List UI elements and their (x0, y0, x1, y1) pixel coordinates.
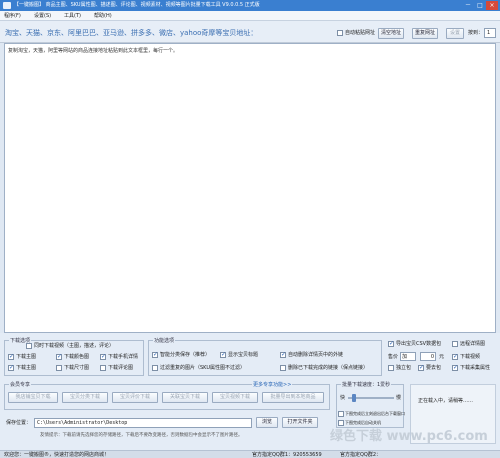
repeat-address-button[interactable]: 重复网址 (412, 28, 438, 39)
member-title: 会员专享 (9, 381, 32, 388)
remote-detail-checkbox[interactable] (452, 341, 458, 347)
download-mobile-detail-checkbox[interactable] (100, 353, 106, 360)
download-mobile-detail-label: 下载手机详情 (108, 354, 139, 360)
smart-save-checkbox[interactable] (152, 351, 158, 358)
menu-bar: 程序(F) 设置(S) 工具(T) 帮助(H) (0, 11, 500, 21)
download-size-label: 下载尺寸图 (64, 365, 90, 371)
download-video-label: 同时下载视频（主图，描述，评论） (34, 343, 115, 349)
price-value-input[interactable]: 0 (420, 352, 436, 361)
download-video2-label: 下载视频 (460, 354, 481, 360)
close-button[interactable]: × (486, 1, 498, 10)
exit-after-download-checkbox[interactable] (338, 411, 344, 417)
download-main2-checkbox[interactable] (8, 364, 14, 371)
count-label: 按到： (468, 30, 484, 36)
status-bar: 欢迎您：一键搬图®，快速打造您的网店商城！ 官方指定QQ群1：920553659… (0, 450, 500, 458)
download-color-checkbox[interactable] (56, 353, 62, 360)
title-bar: 【一键搬图】 商品主图、SKU属性图、描述图、评论图、视频素材、视频等图片批量下… (0, 0, 500, 11)
download-attr-label: 下载采集属性 (460, 365, 491, 371)
member-btn-category[interactable]: 宝贝分类下载 (62, 392, 108, 403)
download-attr-checkbox[interactable] (452, 364, 458, 371)
download-main-checkbox[interactable] (8, 353, 14, 360)
save-hint: 友情提示：下载前请先选择您的存储路径，下载后不要改变路径，否则数据包中会显示不了… (40, 433, 243, 438)
price-label: 售价 (388, 354, 399, 360)
download-main-label: 下载主图 (16, 354, 37, 360)
address-textarea[interactable]: 复制淘宝，天猫，阿里等网站的商品连接地址粘贴到此文本框里，每行一个。 (4, 43, 496, 333)
remove-links-checkbox[interactable] (280, 351, 286, 358)
download-color-label: 下载颜色图 (64, 354, 90, 360)
speed-title: 批量下载速度：1爱秒 (341, 381, 392, 388)
watermark: 绿色下载 www.pc6.com (330, 429, 488, 444)
minimize-button[interactable]: － (462, 1, 474, 10)
status-qq1: 官方指定QQ群1：920553659 (252, 452, 322, 458)
member-btn-export[interactable]: 批量导出到本地商品 (262, 392, 324, 403)
price-unit-label: 元 (439, 354, 445, 360)
speed-slow-label: 慢 (396, 395, 402, 401)
menu-tools[interactable]: 工具(T) (64, 13, 81, 19)
only-kill-checkbox[interactable] (388, 365, 394, 371)
price-operator-select[interactable]: 加 (400, 352, 416, 361)
app-icon (3, 2, 11, 9)
remote-detail-label: 远程详情图 (460, 341, 486, 347)
window-title: 【一键搬图】 商品主图、SKU属性图、描述图、评论图、视频素材、视频等图片批量下… (14, 2, 260, 8)
member-btn-review[interactable]: 宝贝评价下载 (112, 392, 158, 403)
download-review-label: 下载评论图 (108, 365, 134, 371)
export-csv-label: 导出宝贝CSV数据包 (396, 341, 442, 347)
member-btn-video[interactable]: 宝贝视频下载 (212, 392, 258, 403)
save-location-label: 保存位置： (6, 420, 32, 426)
speed-slider-thumb[interactable] (352, 394, 356, 402)
only-kill-label: 独立包 (396, 365, 412, 371)
exit-after-download-label: 下图完成后立刻退出后台下载窗口 (345, 411, 405, 416)
filter-duplicate-label: 过滤重复的图片（SKU属性图不过滤） (160, 365, 245, 371)
speed-fast-label: 快 (340, 395, 346, 401)
member-btn-related[interactable]: 关联宝贝下载 (162, 392, 208, 403)
menu-settings[interactable]: 设置(S) (34, 13, 51, 19)
filter-duplicate-checkbox[interactable] (152, 365, 158, 371)
download-video2-checkbox[interactable] (452, 353, 458, 360)
save-path-input[interactable]: C:\Users\Administrator\Desktop (34, 418, 252, 428)
menu-help[interactable]: 帮助(H) (94, 13, 112, 19)
kill-label: 要去包 (426, 365, 442, 371)
loading-label: 正在载入中，请稍等…… (418, 398, 474, 404)
auto-paste-label: 自动粘贴网址 (345, 30, 376, 36)
textarea-placeholder: 复制淘宝，天猫，阿里等网站的商品连接地址粘贴到此文本框里，每行一个。 (8, 48, 179, 54)
settings-button[interactable]: 设置 (446, 28, 464, 39)
status-qq2: 官方指定QQ群2： (340, 452, 382, 458)
show-title-checkbox[interactable] (220, 351, 226, 358)
sites-label: 淘宝、天猫、京东、阿里巴巴、亚马逊、拼多多、微店、yahoo奇摩等宝贝地址： (5, 29, 258, 37)
open-folder-button[interactable]: 打开文件夹 (282, 417, 318, 428)
more-features-link[interactable]: 更多专享功能>> (252, 382, 293, 388)
export-csv-checkbox[interactable] (388, 340, 394, 347)
status-welcome: 欢迎您：一键搬图®，快速打造您的网店商城！ (4, 452, 110, 458)
delete-done-label: 删除已下载完成的链接（保点链接） (288, 365, 369, 371)
download-review-checkbox[interactable] (100, 365, 106, 371)
clear-address-button[interactable]: 清空地址 (378, 28, 404, 39)
count-input[interactable]: 1 (484, 28, 496, 38)
download-main2-label: 下载主图 (16, 365, 37, 371)
feature-options-title: 功能选项 (153, 337, 176, 344)
smart-save-label: 智能分类保存（推荐） (160, 352, 211, 358)
download-size-checkbox[interactable] (56, 365, 62, 371)
auto-paste-checkbox[interactable] (337, 30, 343, 36)
member-btn-shop[interactable]: 我店铺宝贝下载 (8, 392, 58, 403)
browse-button[interactable]: 浏览 (256, 417, 278, 428)
download-video-checkbox[interactable] (26, 343, 32, 349)
show-title-label: 显示宝贝标题 (228, 352, 259, 358)
remove-links-label: 自动删除详情页中的外链 (288, 352, 344, 358)
menu-program[interactable]: 程序(F) (4, 13, 21, 19)
kill-checkbox[interactable] (418, 364, 424, 371)
maximize-button[interactable]: □ (474, 1, 486, 10)
delete-done-checkbox[interactable] (280, 365, 286, 371)
